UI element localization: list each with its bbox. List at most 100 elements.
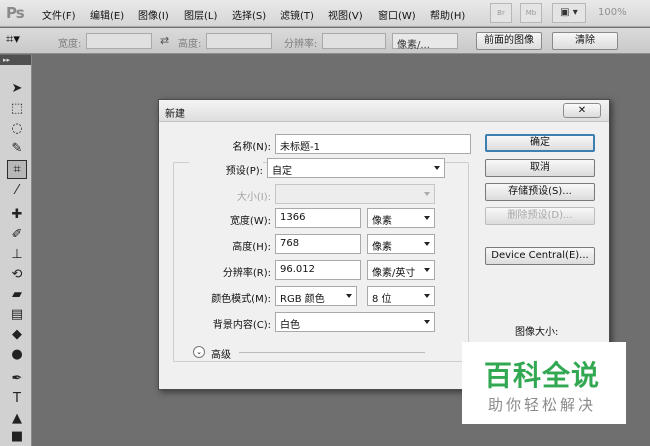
brush-tool-icon[interactable]: ✐ <box>7 225 27 244</box>
preset-select[interactable]: 自定 <box>267 158 445 178</box>
resolution-label: 分辨率: <box>284 39 318 50</box>
width-label: 宽度: <box>58 39 82 50</box>
delete-preset-button: 删除预设(D)... <box>485 207 595 225</box>
options-bar: ⌗▾ 宽度: ⇄ 高度: 分辨率: 像素/... 前面的图像 清除 <box>0 28 650 54</box>
chevron-down-icon <box>424 216 430 220</box>
move-tool-icon[interactable]: ➤ <box>7 79 27 98</box>
chevron-down-icon <box>424 294 430 298</box>
resolution-unit-select[interactable]: 像素/英寸 <box>367 260 435 280</box>
menu-filter[interactable]: 滤镜(T) <box>280 7 314 22</box>
healing-brush-tool-icon[interactable]: ✚ <box>7 205 27 224</box>
bridge-button[interactable]: Br <box>490 3 512 23</box>
advanced-label: 高级 <box>211 350 231 361</box>
history-brush-tool-icon[interactable]: ⟲ <box>7 265 27 284</box>
menu-file[interactable]: 文件(F) <box>42 7 76 22</box>
background-select[interactable]: 白色 <box>275 312 435 332</box>
app-logo: Ps <box>6 4 25 22</box>
height-label: 高度: <box>178 39 202 50</box>
chevron-down-icon <box>346 294 352 298</box>
width-input[interactable]: 1366 <box>275 208 361 228</box>
screen-mode-button[interactable]: ▣ ▾ <box>552 3 586 23</box>
resolution-input[interactable]: 96.012 <box>275 260 361 280</box>
menu-edit[interactable]: 编辑(E) <box>90 7 124 22</box>
chevron-down-icon <box>424 242 430 246</box>
size-select <box>275 184 435 204</box>
device-central-button[interactable]: Device Central(E)... <box>485 247 595 265</box>
name-input[interactable]: 未标题-1 <box>275 134 471 154</box>
height-field[interactable] <box>206 33 272 49</box>
path-select-tool-icon[interactable]: ▲ <box>7 409 27 428</box>
cancel-button[interactable]: 取消 <box>485 159 595 177</box>
color-mode-value: RGB 颜色 <box>280 294 325 305</box>
background-value: 白色 <box>280 320 300 331</box>
clear-button[interactable]: 清除 <box>552 32 618 50</box>
height-input[interactable]: 768 <box>275 234 361 254</box>
watermark: 百科全说 助你轻松解决 <box>462 342 626 424</box>
eraser-tool-icon[interactable]: ▰ <box>7 285 27 304</box>
resolution-unit-value: 像素/... <box>397 40 430 51</box>
menu-select[interactable]: 选择(S) <box>232 7 266 22</box>
advanced-toggle-button[interactable]: ⌄ <box>193 346 205 358</box>
marquee-tool-icon[interactable]: ⬚ <box>7 99 27 118</box>
chevron-down-icon <box>424 192 430 196</box>
bit-depth-select[interactable]: 8 位 <box>367 286 435 306</box>
toolbox-collapse-icon[interactable]: ▸▸ <box>0 55 31 65</box>
watermark-subtitle: 助你轻松解决 <box>488 396 597 414</box>
toolbox: ▸▸ ➤ ⬚ ◌ ✎ ⌗ ⁄ ✚ ✐ ⊥ ⟲ ▰ ▤ ◆ ● ✒ T ▲ ■ <box>0 55 32 446</box>
quick-select-tool-icon[interactable]: ✎ <box>7 139 27 158</box>
resolution-unit-value: 像素/英寸 <box>372 268 416 279</box>
gradient-tool-icon[interactable]: ▤ <box>7 305 27 324</box>
width-unit-select[interactable]: 像素 <box>367 208 435 228</box>
preset-value: 自定 <box>272 166 292 177</box>
resolution-unit-select[interactable]: 像素/... <box>392 33 458 51</box>
resolution-field[interactable] <box>322 33 386 49</box>
resolution-label: 分辨率(R): <box>222 268 271 279</box>
bit-depth-value: 8 位 <box>372 294 392 305</box>
menu-image[interactable]: 图像(I) <box>138 7 169 22</box>
crop-tool-icon[interactable]: ⌗ <box>7 160 27 179</box>
pen-tool-icon[interactable]: ✒ <box>7 369 27 388</box>
color-mode-select[interactable]: RGB 颜色 <box>275 286 357 306</box>
preset-label: 预设(P): <box>189 162 263 177</box>
advanced-divider <box>239 352 425 353</box>
watermark-title: 百科全说 <box>484 359 601 392</box>
height-label: 高度(H): <box>232 242 271 253</box>
chevron-down-icon <box>424 268 430 272</box>
dodge-tool-icon[interactable]: ● <box>7 345 27 364</box>
size-label: 大小(I): <box>236 192 271 203</box>
dialog-title: 新建 <box>165 109 185 120</box>
dialog-titlebar[interactable]: 新建 ✕ <box>159 100 609 122</box>
width-label: 宽度(W): <box>229 216 271 227</box>
background-label: 背景内容(C): <box>212 320 271 331</box>
front-image-button[interactable]: 前面的图像 <box>476 32 542 50</box>
width-unit-value: 像素 <box>372 216 392 227</box>
width-field[interactable] <box>86 33 152 49</box>
menu-help[interactable]: 帮助(H) <box>430 7 465 22</box>
chevron-down-icon <box>424 320 430 324</box>
ok-button[interactable]: 确定 <box>485 134 595 152</box>
name-label: 名称(N): <box>232 142 271 153</box>
menu-layer[interactable]: 图层(L) <box>184 7 217 22</box>
menu-window[interactable]: 窗口(W) <box>378 7 416 22</box>
color-mode-label: 颜色模式(M): <box>211 294 271 305</box>
blur-tool-icon[interactable]: ◆ <box>7 325 27 344</box>
image-size-label: 图像大小: <box>515 327 559 338</box>
shape-tool-icon[interactable]: ■ <box>7 427 27 446</box>
close-icon: ✕ <box>577 105 587 116</box>
close-button[interactable]: ✕ <box>563 103 601 118</box>
swap-icon[interactable]: ⇄ <box>160 34 169 47</box>
menu-view[interactable]: 视图(V) <box>328 7 363 22</box>
type-tool-icon[interactable]: T <box>7 389 27 408</box>
zoom-level[interactable]: 100% <box>598 7 627 18</box>
height-unit-select[interactable]: 像素 <box>367 234 435 254</box>
clone-stamp-tool-icon[interactable]: ⊥ <box>7 245 27 264</box>
crop-tool-preset-icon[interactable]: ⌗▾ <box>6 32 20 47</box>
mini-bridge-button[interactable]: Mb <box>520 3 542 23</box>
lasso-tool-icon[interactable]: ◌ <box>7 119 27 138</box>
screen-mode-icon: ▣ ▾ <box>560 7 578 18</box>
chevron-double-down-icon: ⌄ <box>196 348 202 356</box>
menu-bar: Ps 文件(F) 编辑(E) 图像(I) 图层(L) 选择(S) 滤镜(T) 视… <box>0 0 650 27</box>
chevron-down-icon <box>434 166 440 170</box>
eyedropper-tool-icon[interactable]: ⁄ <box>7 181 27 200</box>
save-preset-button[interactable]: 存储预设(S)... <box>485 183 595 201</box>
